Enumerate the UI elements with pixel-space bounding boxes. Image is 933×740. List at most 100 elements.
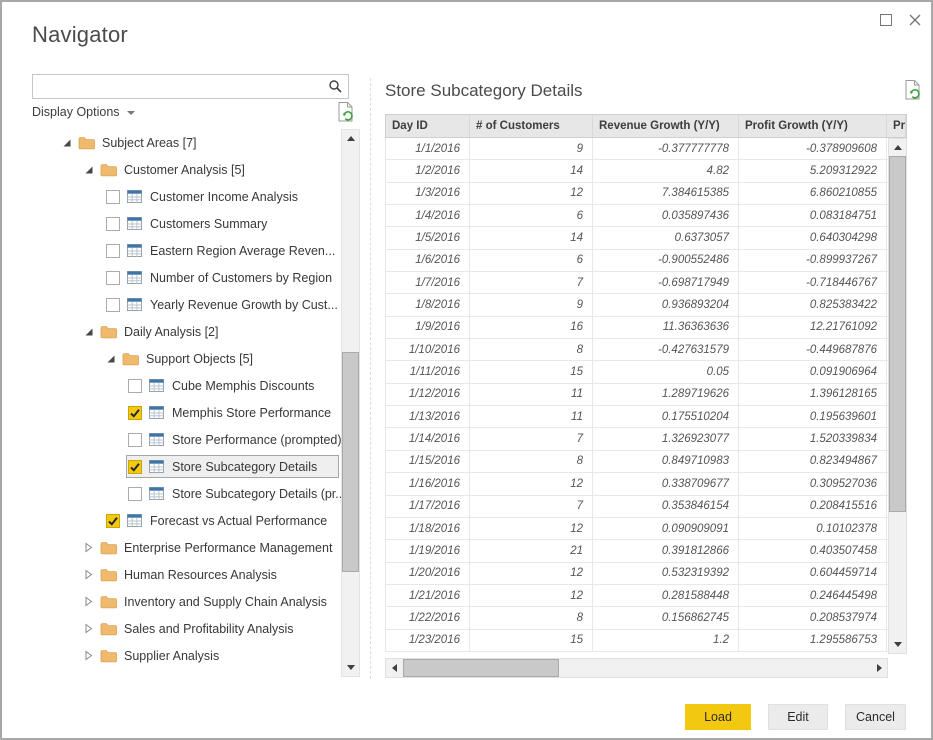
table-vertical-scrollbar[interactable] [888,138,907,654]
scroll-down-button[interactable] [889,636,906,653]
table-cell: 1/13/2016 [386,406,470,427]
checkbox[interactable] [128,460,142,474]
scroll-left-button[interactable] [386,659,402,677]
table-cell: 0.195639601 [739,406,887,427]
chevron-expanded-icon[interactable] [62,138,72,148]
scroll-up-button[interactable] [342,130,359,147]
tree-row-box: Store Subcategory Details [126,455,339,478]
table-cell: 12 [470,518,593,539]
checkbox[interactable] [106,298,120,312]
checkbox[interactable] [128,406,142,420]
tree-item-cube-memphis-discounts[interactable]: Cube Memphis Discounts [32,372,339,399]
table-cell: 1/16/2016 [386,473,470,494]
table-row: 1/9/20161611.3636363612.21761092 [386,317,907,339]
table-row: 1/1/20169-0.377777778-0.378909608 [386,138,907,160]
display-options-dropdown[interactable]: Display Options [32,105,135,119]
chevron-collapsed-icon[interactable] [84,542,94,553]
scroll-right-button[interactable] [871,659,887,677]
checkbox[interactable] [106,190,120,204]
tree-folder-customer-analysis-5[interactable]: Customer Analysis [5] [32,156,339,183]
table-cell: 11.36363636 [593,317,739,338]
tree-item-yearly-revenue-growth-by-cust[interactable]: Yearly Revenue Growth by Cust... [32,291,339,318]
chevron-expanded-icon[interactable] [106,354,116,364]
cancel-button[interactable]: Cancel [845,704,906,730]
folder-icon [100,649,117,663]
scroll-down-button[interactable] [342,659,359,676]
checkbox[interactable] [106,217,120,231]
column-header-revenue-growth-y-y: Revenue Growth (Y/Y) [593,115,739,137]
tree-folder-support-objects-5[interactable]: Support Objects [5] [32,345,339,372]
table-cell: -0.900552486 [593,250,739,271]
tree-folder-enterprise-performance-management[interactable]: Enterprise Performance Management [32,534,339,561]
table-row: 1/18/2016120.0909090910.10102378 [386,518,907,540]
tree-item-store-subcategory-details[interactable]: Store Subcategory Details [32,453,339,480]
close-button[interactable] [905,10,925,30]
load-button[interactable]: Load [685,704,751,730]
table-cell: 0.208415516 [739,496,887,517]
chevron-expanded-icon[interactable] [84,165,94,175]
checkbox[interactable] [106,514,120,528]
tree-folder-human-resources-analysis[interactable]: Human Resources Analysis [32,561,339,588]
tree-folder-daily-analysis-2[interactable]: Daily Analysis [2] [32,318,339,345]
table-cell: 1/14/2016 [386,428,470,449]
scrollbar-thumb[interactable] [889,156,906,512]
tree-item-store-performance-prompted[interactable]: Store Performance (prompted) [32,426,339,453]
scrollbar-thumb[interactable] [403,659,559,677]
table-cell: 11 [470,406,593,427]
table-row: 1/2/2016144.825.209312922 [386,160,907,182]
tree-item-memphis-store-performance[interactable]: Memphis Store Performance [32,399,339,426]
chevron-collapsed-icon[interactable] [84,650,94,661]
tree-item-eastern-region-average-reven[interactable]: Eastern Region Average Reven... [32,237,339,264]
table-cell: 1/9/2016 [386,317,470,338]
folder-icon [78,136,95,150]
table-cell: 1/3/2016 [386,183,470,204]
maximize-icon [880,14,892,26]
tree-item-customers-summary[interactable]: Customers Summary [32,210,339,237]
chevron-collapsed-icon[interactable] [84,623,94,634]
checkbox[interactable] [128,487,142,501]
scrollbar-thumb[interactable] [342,352,359,572]
tree-item-label: Store Performance (prompted) [172,433,342,447]
tree-folder-label: Enterprise Performance Management [124,541,332,555]
table-cell: 12 [470,473,593,494]
tree-row-box: Cube Memphis Discounts [126,374,339,397]
checkbox[interactable] [128,379,142,393]
maximize-button[interactable] [876,10,896,30]
tree-folder-supplier-analysis[interactable]: Supplier Analysis [32,642,339,669]
table-cell: 1.326923077 [593,428,739,449]
preview-refresh-button[interactable] [905,80,922,105]
checkbox[interactable] [106,244,120,258]
tree-folder-subject-areas-7[interactable]: Subject Areas [7] [32,129,339,156]
tree-scrollbar[interactable] [341,129,360,677]
table-cell: 0.338709677 [593,473,739,494]
search-input[interactable] [33,75,348,98]
table-cell: 1/21/2016 [386,585,470,606]
chevron-expanded-icon[interactable] [84,327,94,337]
chevron-collapsed-icon[interactable] [84,569,94,580]
tree-item-customer-income-analysis[interactable]: Customer Income Analysis [32,183,339,210]
tree-refresh-button[interactable] [338,102,355,127]
chevron-collapsed-icon[interactable] [84,596,94,607]
edit-button[interactable]: Edit [768,704,828,730]
table-row: 1/20/2016120.5323193920.604459714 [386,563,907,585]
table-horizontal-scrollbar[interactable] [385,658,888,678]
tree-row-box: Enterprise Performance Management [82,536,339,559]
tree-item-label: Store Subcategory Details [172,460,317,474]
tree-item-label: Eastern Region Average Reven... [150,244,335,258]
scroll-up-button[interactable] [889,139,906,156]
table-cell: -0.698717949 [593,272,739,293]
tree-item-label: Forecast vs Actual Performance [150,514,327,528]
tree-item-store-subcategory-details-pr[interactable]: Store Subcategory Details (pr... [32,480,339,507]
tree-folder-inventory-and-supply-chain-analysis[interactable]: Inventory and Supply Chain Analysis [32,588,339,615]
tree-item-number-of-customers-by-region[interactable]: Number of Customers by Region [32,264,339,291]
checkbox[interactable] [106,271,120,285]
tree-folder-sales-and-profitability-analysis[interactable]: Sales and Profitability Analysis [32,615,339,642]
table-cell: 0.849710983 [593,451,739,472]
tree-item-label: Customer Income Analysis [150,190,298,204]
tree-folder-label: Support Objects [5] [146,352,253,366]
checkbox[interactable] [128,433,142,447]
tree-item-forecast-vs-actual-performance[interactable]: Forecast vs Actual Performance [32,507,339,534]
table-row: 1/19/2016210.3918128660.403507458 [386,540,907,562]
search-icon[interactable] [328,79,343,99]
table-row: 1/7/20167-0.698717949-0.718446767 [386,272,907,294]
